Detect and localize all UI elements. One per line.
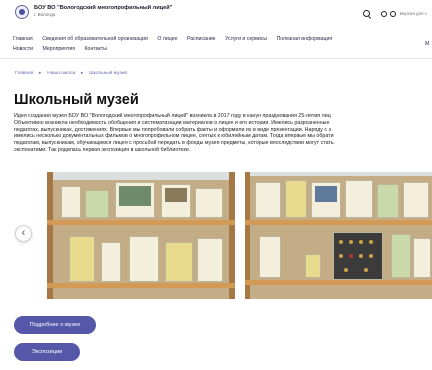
breadcrumb: Главная ► Наша школа ► Школьный музей bbox=[15, 70, 127, 76]
org-title[interactable]: БОУ ВО "Вологодский многопрофильный лице… bbox=[34, 5, 172, 11]
description-line: Объективно возникла необходимость обобще… bbox=[14, 119, 330, 126]
nav-item-schedule[interactable]: Расписание bbox=[187, 36, 216, 42]
expositions-button[interactable]: Экспозиции bbox=[14, 343, 80, 361]
nav-item-more[interactable]: М bbox=[425, 41, 429, 47]
gallery-prev-arrow-icon[interactable]: ‹ bbox=[15, 225, 32, 242]
nav-item-news[interactable]: Новости bbox=[13, 46, 33, 52]
header-divider bbox=[0, 58, 432, 59]
nav-item-events[interactable]: Мероприятия bbox=[43, 46, 76, 52]
breadcrumb-home[interactable]: Главная bbox=[15, 71, 33, 76]
description-line: педагогам, выпускникам, обучающимся лице… bbox=[14, 140, 334, 147]
search-icon[interactable] bbox=[363, 10, 370, 17]
nav-item-home[interactable]: Главная bbox=[13, 36, 33, 42]
nav-item-org-info[interactable]: Сведения об образовательной организации bbox=[42, 36, 148, 42]
nav-item-services[interactable]: Услуги и сервисы bbox=[225, 36, 267, 42]
nav-row-secondary: Новости Мероприятия Контакты bbox=[13, 46, 115, 52]
breadcrumb-separator-icon: ► bbox=[38, 70, 43, 75]
breadcrumb-separator-icon: ► bbox=[80, 70, 85, 75]
description-line: имелись несколько документальных фильмов… bbox=[14, 133, 334, 140]
description-line: экспонатами. Так родилась первая экспози… bbox=[14, 146, 191, 153]
breadcrumb-our-school[interactable]: Наша школа bbox=[47, 71, 75, 76]
nav-row-primary: Главная Сведения об образовательной орга… bbox=[13, 36, 340, 42]
accessibility-glasses-icon[interactable] bbox=[381, 11, 397, 17]
photo-gallery: ‹ bbox=[0, 169, 432, 301]
nav-item-useful-info[interactable]: Полезная информация bbox=[277, 36, 333, 42]
description-line: педагогах, выпускниках, достижениях. Впе… bbox=[14, 126, 332, 133]
site-header: БОУ ВО "Вологодский многопрофильный лице… bbox=[0, 0, 432, 28]
accessibility-version-link[interactable]: Версия для с bbox=[400, 11, 427, 16]
org-city: г. Вологда bbox=[34, 12, 56, 17]
nav-item-contacts[interactable]: Контакты bbox=[85, 46, 107, 52]
nav-item-about[interactable]: О лицее bbox=[157, 36, 177, 42]
gallery-photo-1[interactable] bbox=[47, 172, 235, 299]
museum-description: Идея создания музея БОУ ВО "Вологодский … bbox=[14, 113, 432, 154]
more-about-museum-button[interactable]: Подробнее о музее bbox=[14, 316, 96, 334]
description-line: Идея создания музея БОУ ВО "Вологодский … bbox=[14, 113, 331, 119]
page-title: Школьный музей bbox=[14, 92, 139, 108]
breadcrumb-current: Школьный музей bbox=[89, 71, 127, 76]
gallery-photo-2[interactable] bbox=[245, 172, 432, 299]
school-logo-icon[interactable] bbox=[15, 5, 29, 19]
